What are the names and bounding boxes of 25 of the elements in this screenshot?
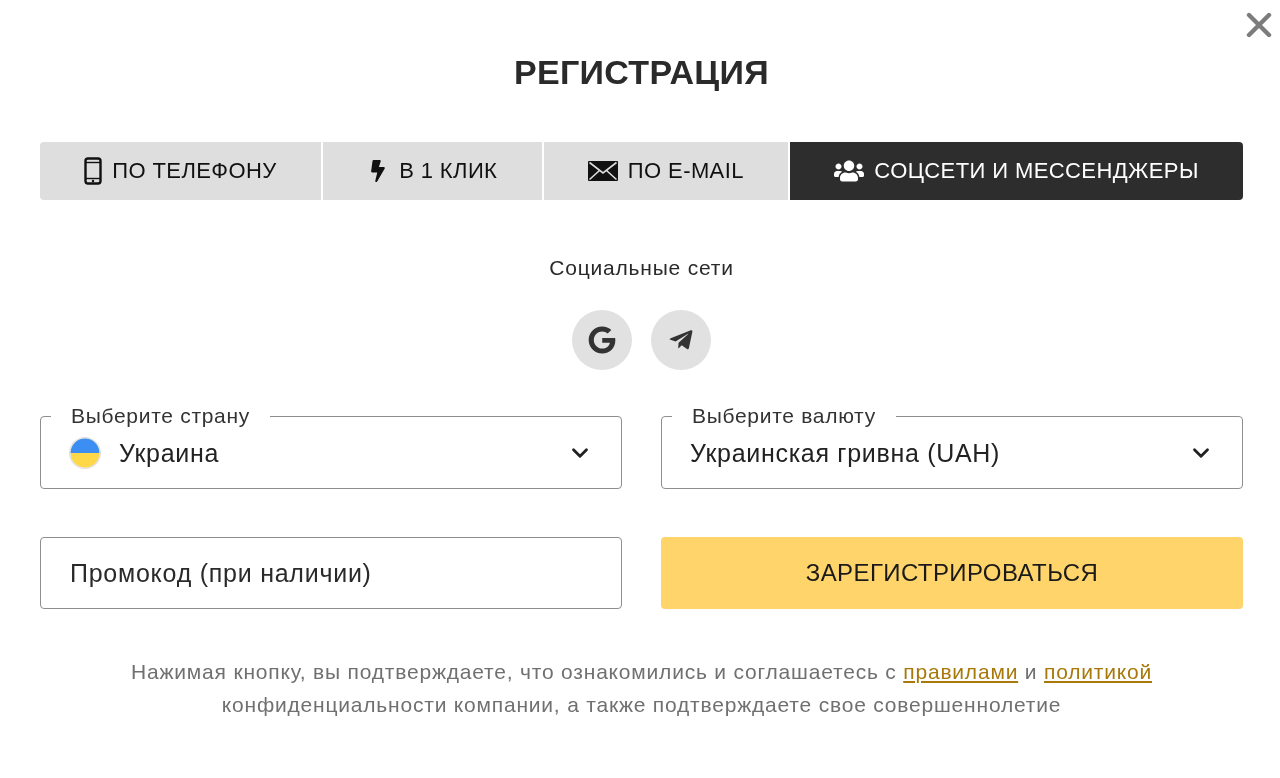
registration-tab[interactable]: СОЦСЕТИ И МЕССЕНДЖЕРЫ [790, 142, 1243, 200]
close-button[interactable] [1246, 12, 1272, 38]
social-section-title: Социальные сети [549, 256, 734, 280]
inline-link[interactable]: правилами [903, 660, 1019, 683]
currency-select[interactable]: Выберите валюту Украинская гривна (UAH) [661, 405, 1243, 489]
select-value: Украина [119, 438, 221, 468]
close-icon [1246, 12, 1272, 38]
inline-link[interactable]: политикой [1044, 660, 1152, 683]
social-login-button[interactable] [572, 310, 632, 370]
country-select[interactable]: Выберите страну Украина [40, 405, 622, 489]
registration-tab[interactable]: ПО E-MAIL [543, 142, 789, 200]
field-label: Выберите валюту [691, 405, 877, 427]
promo-code-field[interactable]: Промокод (при наличии) [40, 537, 622, 609]
field-label: Выберите страну [70, 405, 251, 427]
social-login-button[interactable] [651, 310, 711, 370]
envelope-icon [587, 161, 618, 181]
letter-g-icon [588, 326, 616, 354]
register-button[interactable]: ЗАРЕГИСТРИРОВАТЬСЯ [661, 537, 1243, 609]
dialog-title: РЕГИСТРАЦИЯ [514, 52, 769, 92]
select-value: Украинская гривна (UAH) [690, 438, 1002, 468]
phone-icon [84, 157, 103, 185]
flag-icon [69, 437, 101, 469]
registration-tab[interactable]: В 1 КЛИК [322, 142, 542, 200]
registration-tab[interactable]: ПО ТЕЛЕФОНУ [40, 142, 321, 200]
consent-text: Нажимая кнопку, вы подтверждаете, что ознакомились и соглашаетесь с правилами и политикой конфиденциальности компании, а также подтверждаете свое совершеннолетие [130, 659, 1153, 718]
